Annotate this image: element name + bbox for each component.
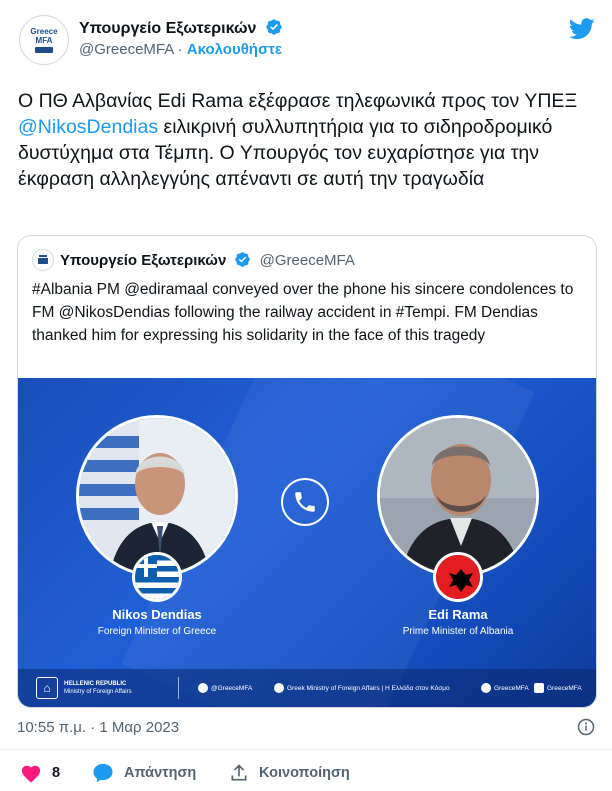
verified-badge-icon bbox=[235, 252, 251, 267]
org-label: HELLENIC REPUBLIC Ministry of Foreign Af… bbox=[64, 680, 132, 696]
action-bar: 8 Απάντηση Κοινοποίηση bbox=[0, 760, 612, 788]
flickr-small-icon bbox=[481, 683, 491, 693]
heart-icon bbox=[21, 765, 41, 783]
quoted-tweet-image[interactable]: Nikos Dendias Foreign Minister of Greece… bbox=[18, 378, 596, 707]
avatar-emblem bbox=[35, 47, 53, 53]
facebook-social-item: Greek Ministry of Foreign Affairs | Η Ελ… bbox=[274, 683, 450, 693]
share-upload-icon bbox=[231, 764, 247, 781]
phone-call-icon bbox=[281, 478, 329, 526]
social-youtube-label: GreeceMFA bbox=[547, 684, 582, 692]
reply-button[interactable]: Απάντηση bbox=[92, 763, 196, 783]
verified-badge-icon bbox=[266, 19, 282, 35]
right-person-title: Prime Minister of Albania bbox=[402, 626, 514, 637]
avatar-text-line2: MFA bbox=[35, 36, 53, 45]
avatar-text-line1: Greece bbox=[30, 27, 58, 36]
right-person-name: Edi Rama bbox=[428, 607, 488, 622]
org-line2: Ministry of Foreign Affairs bbox=[64, 689, 132, 695]
twitter-logo-icon[interactable] bbox=[569, 18, 595, 40]
share-label: Κοινοποίηση bbox=[259, 765, 350, 781]
twitter-small-icon bbox=[198, 683, 208, 693]
facebook-small-icon bbox=[274, 683, 284, 693]
social-flickr-label: GreeceMFA bbox=[494, 684, 529, 692]
reply-label: Απάντηση bbox=[124, 765, 197, 781]
org-line1: HELLENIC REPUBLIC bbox=[64, 681, 127, 687]
divider bbox=[0, 749, 612, 750]
tweet-card: Greece MFA Υπουργείο Εξωτερικών @GreeceM… bbox=[0, 0, 612, 791]
timestamp[interactable]: 10:55 π.μ. · 1 Μαρ 2023 bbox=[17, 719, 179, 736]
youtube-small-icon bbox=[534, 683, 544, 693]
author-handle[interactable]: @GreeceMFA bbox=[79, 41, 173, 58]
avatar[interactable]: Greece MFA bbox=[19, 15, 69, 65]
tweet-text: Ο ΠΘ Αλβανίας Edi Rama εξέφρασε τηλεφωνι… bbox=[18, 88, 598, 192]
hellenic-republic-emblem-icon: ⌂ bbox=[36, 677, 58, 699]
social-facebook-label: Greek Ministry of Foreign Affairs | Η Ελ… bbox=[287, 684, 450, 692]
quoted-author-row: Υπουργείο Εξωτερικών @GreeceMFA bbox=[60, 251, 355, 269]
quoted-author-name: Υπουργείο Εξωτερικών bbox=[60, 252, 227, 269]
mention-link[interactable]: @NikosDendias bbox=[18, 116, 158, 138]
like-count: 8 bbox=[52, 765, 61, 781]
quoted-avatar[interactable] bbox=[32, 249, 54, 271]
info-icon[interactable] bbox=[577, 718, 595, 736]
reply-bubble-icon bbox=[93, 763, 113, 783]
like-button[interactable]: 8 bbox=[20, 763, 60, 783]
social-twitter-label: @GreeceMFA bbox=[211, 684, 253, 692]
share-button[interactable]: Κοινοποίηση bbox=[229, 763, 350, 783]
twitter-social-item: @GreeceMFA bbox=[198, 683, 252, 693]
quoted-tweet-text: #Albania PM @ediramaal conveyed over the… bbox=[32, 281, 574, 344]
flickr-social-item: GreeceMFA bbox=[481, 683, 529, 693]
author-handle-row: @GreeceMFA · Ακολουθήστε bbox=[79, 41, 282, 58]
author-name[interactable]: Υπουργείο Εξωτερικών bbox=[79, 20, 256, 37]
follow-link[interactable]: Ακολουθήστε bbox=[187, 41, 282, 58]
footer-divider bbox=[178, 677, 179, 699]
ministry-emblem-icon bbox=[38, 255, 48, 264]
author-name-row[interactable]: Υπουργείο Εξωτερικών bbox=[79, 18, 283, 38]
youtube-social-item: GreeceMFA bbox=[534, 683, 582, 693]
image-footer-bar: ⌂ HELLENIC REPUBLIC Ministry of Foreign … bbox=[18, 669, 596, 707]
quoted-tweet[interactable]: Υπουργείο Εξωτερικών @GreeceMFA #Albania… bbox=[17, 235, 597, 708]
greece-flag-icon bbox=[132, 552, 182, 602]
left-person-name: Nikos Dendias bbox=[112, 607, 202, 622]
albania-flag-icon bbox=[433, 552, 483, 602]
left-person-title: Foreign Minister of Greece bbox=[97, 626, 217, 637]
quoted-author-handle: @GreeceMFA bbox=[259, 252, 355, 269]
separator-dot: · bbox=[177, 41, 183, 58]
tweet-text-part1: Ο ΠΘ Αλβανίας Edi Rama εξέφρασε τηλεφωνι… bbox=[18, 90, 578, 112]
